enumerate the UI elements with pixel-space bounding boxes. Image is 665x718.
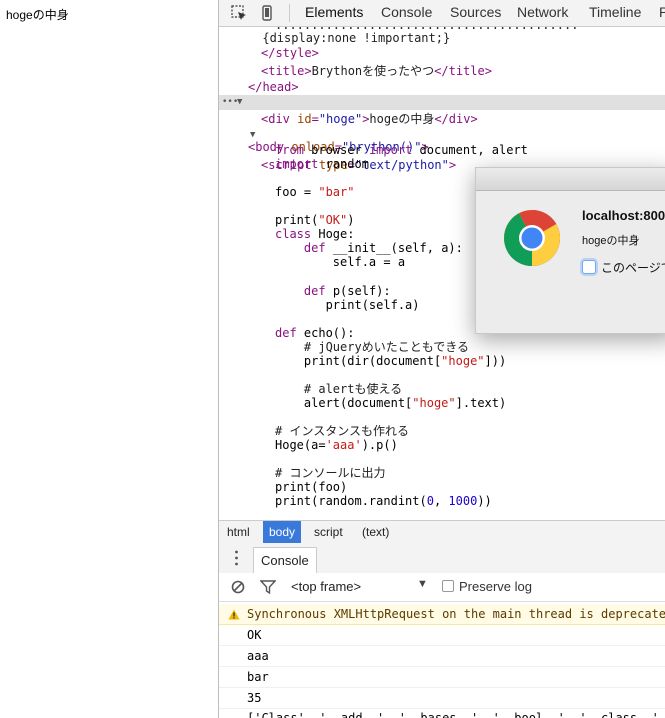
tab-timeline[interactable]: Timeline xyxy=(589,4,641,20)
python-code-line: print(dir(document["hoge"])) xyxy=(275,353,507,368)
tab-profiles[interactable]: P xyxy=(659,4,665,20)
console-log-line: ['Class', '__add__', '__bases__', '__boo… xyxy=(219,708,665,718)
dialog-message: hogeの中身 xyxy=(582,235,640,247)
inspect-element-icon[interactable] xyxy=(231,5,247,21)
console-toolbar: <top frame> ▼ Preserve log xyxy=(219,573,665,602)
ellipsis-icon[interactable]: ••• xyxy=(222,95,238,110)
console-log-line: aaa xyxy=(219,646,665,667)
python-code-line: Hoge(a='aaa').p() xyxy=(275,438,398,453)
crumb-script[interactable]: script xyxy=(308,521,349,543)
suppress-dialogs-checkbox[interactable] xyxy=(582,260,596,274)
expand-triangle-icon[interactable]: ▼ xyxy=(250,128,255,143)
expand-triangle-icon[interactable]: ▼ xyxy=(237,95,242,110)
tab-network[interactable]: Network xyxy=(517,4,568,20)
dialog-titlebar[interactable] xyxy=(476,168,665,191)
python-code-line xyxy=(275,368,665,383)
python-code-line: # インスタンスも作れる xyxy=(275,424,409,438)
device-mode-icon[interactable] xyxy=(259,5,275,21)
python-code-line: from browser import document, alert xyxy=(275,143,528,157)
dom-line-script[interactable]: ▼ <script type="text/python"> xyxy=(219,128,665,172)
dom-line-div-hoge[interactable]: <div id="hoge">hogeの中身</div> xyxy=(261,112,665,127)
tab-console[interactable]: Console xyxy=(381,4,432,20)
clear-console-icon[interactable] xyxy=(231,580,245,594)
page-content-text: hogeの中身 xyxy=(6,8,69,22)
python-code-line: print(foo) xyxy=(275,480,348,495)
dom-line-head-close[interactable]: </head> xyxy=(248,80,665,95)
python-code-line xyxy=(275,452,665,467)
preserve-log-label: Preserve log xyxy=(459,579,532,594)
crumb-text[interactable]: (text) xyxy=(356,521,395,543)
suppress-dialogs-label: このページで xyxy=(601,261,665,275)
drawer-header: Console xyxy=(219,543,665,574)
dom-line-style-close[interactable]: </style> xyxy=(261,46,665,61)
warning-icon xyxy=(228,609,240,620)
alert-dialog: localhost:800 hogeの中身 このページで xyxy=(475,167,665,334)
dialog-title: localhost:800 xyxy=(582,208,665,223)
console-log-line: bar xyxy=(219,667,665,688)
console-warning[interactable]: Synchronous XMLHttpRequest on the main t… xyxy=(219,604,665,625)
python-code-line: print(random.randint(0, 1000)) xyxy=(275,494,492,509)
tab-elements[interactable]: Elements xyxy=(305,4,363,20)
toolbar-separator xyxy=(289,4,290,22)
preserve-log-checkbox[interactable] xyxy=(442,580,454,592)
crumb-body[interactable]: body xyxy=(263,521,302,543)
chevron-down-icon[interactable]: ▼ xyxy=(417,578,428,590)
filter-icon[interactable] xyxy=(260,580,276,594)
dom-line-body-selected[interactable]: ••• ▼ <body onload="brython()"> xyxy=(219,95,665,154)
python-code-line: # コンソールに出力 xyxy=(275,466,386,481)
devtools-panel: Elements Console Sources Network Timelin… xyxy=(218,0,665,718)
python-code-line: # alertも使える xyxy=(303,381,403,396)
breadcrumb: html body script (text) xyxy=(219,520,665,544)
python-code-line: # jQueryめいたこともできる xyxy=(303,339,469,354)
drawer-menu-icon[interactable] xyxy=(235,550,238,566)
console-log-line: OK xyxy=(219,625,665,646)
drawer-tab-console[interactable]: Console xyxy=(253,547,317,574)
crumb-html[interactable]: html xyxy=(221,521,256,543)
frame-select[interactable]: <top frame> xyxy=(291,579,361,594)
inspected-page: hogeの中身 xyxy=(0,0,218,718)
devtools-toolbar: Elements Console Sources Network Timelin… xyxy=(219,0,665,27)
python-code-line: alert(document["hoge"].text) xyxy=(275,395,507,410)
python-code-line xyxy=(275,410,665,425)
chrome-logo-icon xyxy=(503,210,561,267)
console-log-line: 35 xyxy=(219,688,665,709)
dom-line-style-rule[interactable]: {display:none !important;} xyxy=(219,31,665,46)
dom-line-title[interactable]: <title>Brythonを使ったやつ</title> xyxy=(261,64,665,79)
console-messages: Synchronous XMLHttpRequest on the main t… xyxy=(219,602,665,718)
tab-sources[interactable]: Sources xyxy=(450,4,501,20)
